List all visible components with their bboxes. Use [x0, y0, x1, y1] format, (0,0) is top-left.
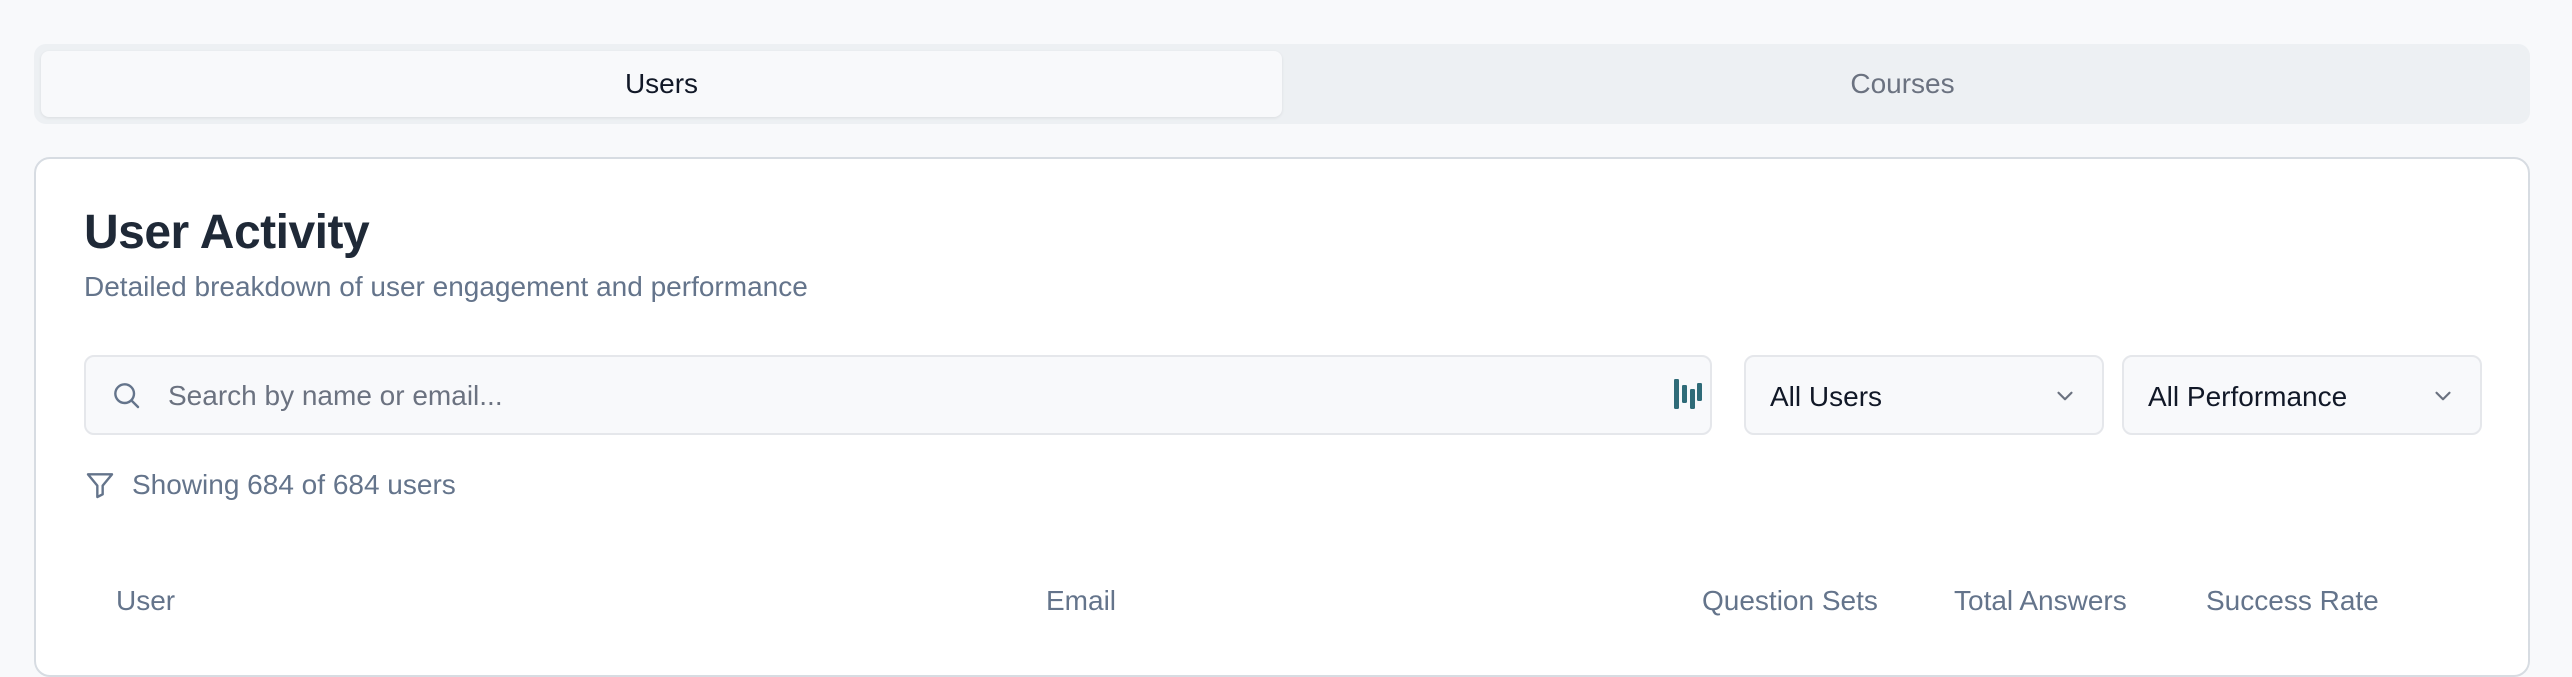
page-subtitle: Detailed breakdown of user engagement an… [84, 271, 808, 302]
password-manager-icon[interactable] [1674, 379, 1702, 409]
results-count: Showing 684 of 684 users [132, 469, 456, 500]
performance-filter-value: All Performance [2148, 381, 2348, 412]
column-header-user[interactable]: User [116, 585, 175, 617]
column-header-total-answers[interactable]: Total Answers [1954, 585, 2127, 617]
search-input[interactable] [166, 357, 1650, 435]
tab-courses[interactable]: Courses [1282, 51, 2523, 117]
page-title: User Activity [84, 206, 370, 259]
user-activity-card: User Activity Detailed breakdown of user… [34, 157, 2530, 677]
tab-users[interactable]: Users [41, 51, 1282, 117]
chevron-down-icon [2435, 391, 2451, 401]
filter-icon [86, 473, 114, 499]
column-header-question-sets[interactable]: Question Sets [1702, 585, 1878, 617]
user-filter-value: All Users [1770, 381, 1883, 412]
search-box [84, 355, 1712, 435]
performance-filter-select[interactable]: All Performance [2122, 355, 2482, 435]
column-header-success-rate[interactable]: Success Rate [2206, 585, 2379, 617]
search-icon [114, 383, 140, 409]
chevron-down-icon [2057, 391, 2073, 401]
view-tabs: Users Courses [34, 44, 2530, 124]
column-header-email[interactable]: Email [1046, 585, 1116, 617]
user-filter-select[interactable]: All Users [1744, 355, 2104, 435]
results-summary: Showing 684 of 684 users [84, 469, 456, 501]
